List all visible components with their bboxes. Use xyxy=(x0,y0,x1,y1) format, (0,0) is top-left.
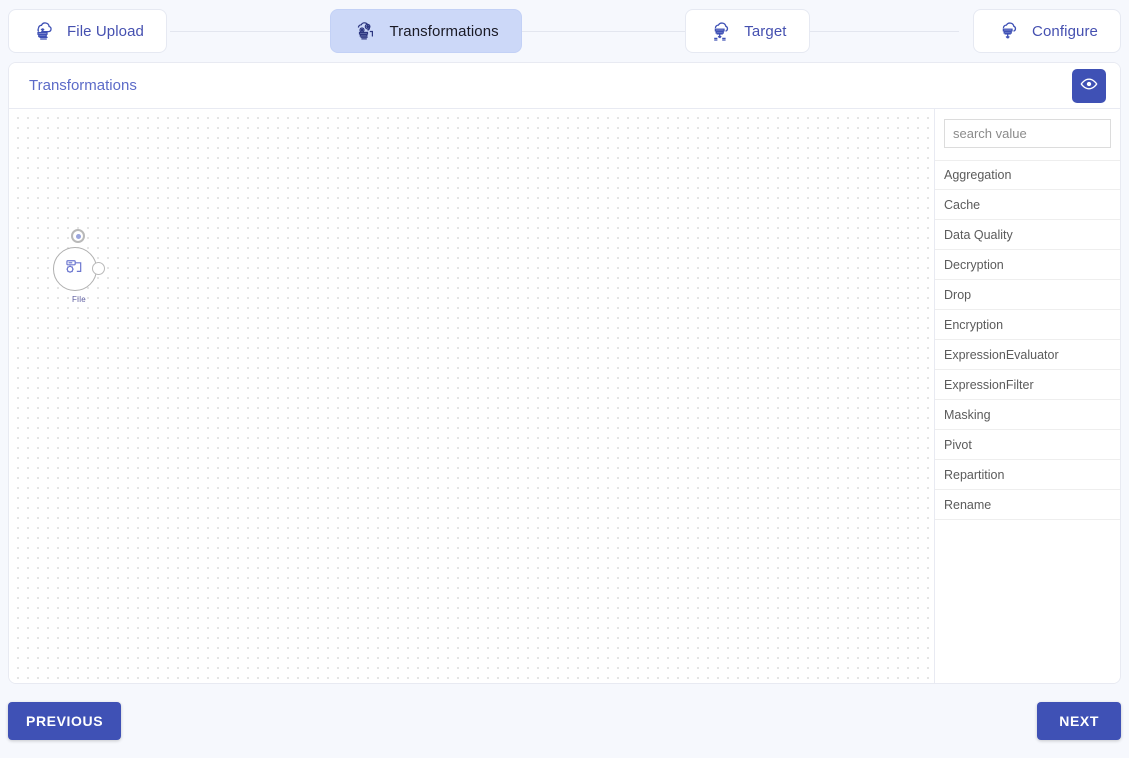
step-label: Target xyxy=(744,23,786,40)
transformations-card: Transformations xyxy=(8,62,1121,684)
list-item[interactable]: Aggregation xyxy=(935,160,1120,190)
flow-canvas[interactable]: File xyxy=(9,109,935,683)
wizard-footer: PREVIOUS NEXT xyxy=(0,684,1129,758)
list-item[interactable]: Pivot xyxy=(935,430,1120,460)
list-item[interactable]: Drop xyxy=(935,280,1120,310)
preview-button[interactable] xyxy=(1072,69,1106,103)
file-source-icon xyxy=(64,256,86,283)
step-file-upload[interactable]: File Upload xyxy=(8,9,167,53)
step-target[interactable]: Target xyxy=(685,9,809,53)
cloud-configure-icon xyxy=(996,18,1022,44)
output-port[interactable] xyxy=(92,262,105,275)
list-item[interactable]: ExpressionEvaluator xyxy=(935,340,1120,370)
next-button[interactable]: NEXT xyxy=(1037,702,1121,740)
page-title: Transformations xyxy=(29,77,137,94)
wizard-stepper: File Upload Transformations xyxy=(0,0,1129,62)
eye-icon xyxy=(1080,75,1098,96)
list-item[interactable]: Rename xyxy=(935,490,1120,520)
step-transformations[interactable]: Transformations xyxy=(330,9,521,53)
list-item[interactable]: Encryption xyxy=(935,310,1120,340)
node-circle[interactable] xyxy=(53,247,97,291)
list-item[interactable]: Decryption xyxy=(935,250,1120,280)
database-target-icon xyxy=(708,18,734,44)
list-item[interactable]: Masking xyxy=(935,400,1120,430)
search-input[interactable] xyxy=(945,126,1121,141)
previous-button[interactable]: PREVIOUS xyxy=(8,702,121,740)
search-wrapper xyxy=(935,109,1120,160)
list-item[interactable]: Repartition xyxy=(935,460,1120,490)
step-label: Transformations xyxy=(389,23,498,40)
list-item[interactable]: Cache xyxy=(935,190,1120,220)
operations-panel: Aggregation Cache Data Quality Decryptio… xyxy=(935,109,1120,683)
card-body: File xyxy=(9,109,1120,683)
input-port[interactable] xyxy=(71,229,85,243)
step-configure[interactable]: Configure xyxy=(973,9,1121,53)
list-item[interactable]: Data Quality xyxy=(935,220,1120,250)
list-item[interactable]: ExpressionFilter xyxy=(935,370,1120,400)
step-label: Configure xyxy=(1032,23,1098,40)
card-header: Transformations xyxy=(9,63,1120,109)
step-label: File Upload xyxy=(67,23,144,40)
operations-list[interactable]: Aggregation Cache Data Quality Decryptio… xyxy=(935,160,1120,683)
node-label: File xyxy=(43,295,115,304)
search-box[interactable] xyxy=(944,119,1111,148)
cloud-upload-icon xyxy=(31,18,57,44)
transformations-icon xyxy=(353,18,379,44)
stepper-steps: File Upload Transformations xyxy=(8,0,1121,62)
